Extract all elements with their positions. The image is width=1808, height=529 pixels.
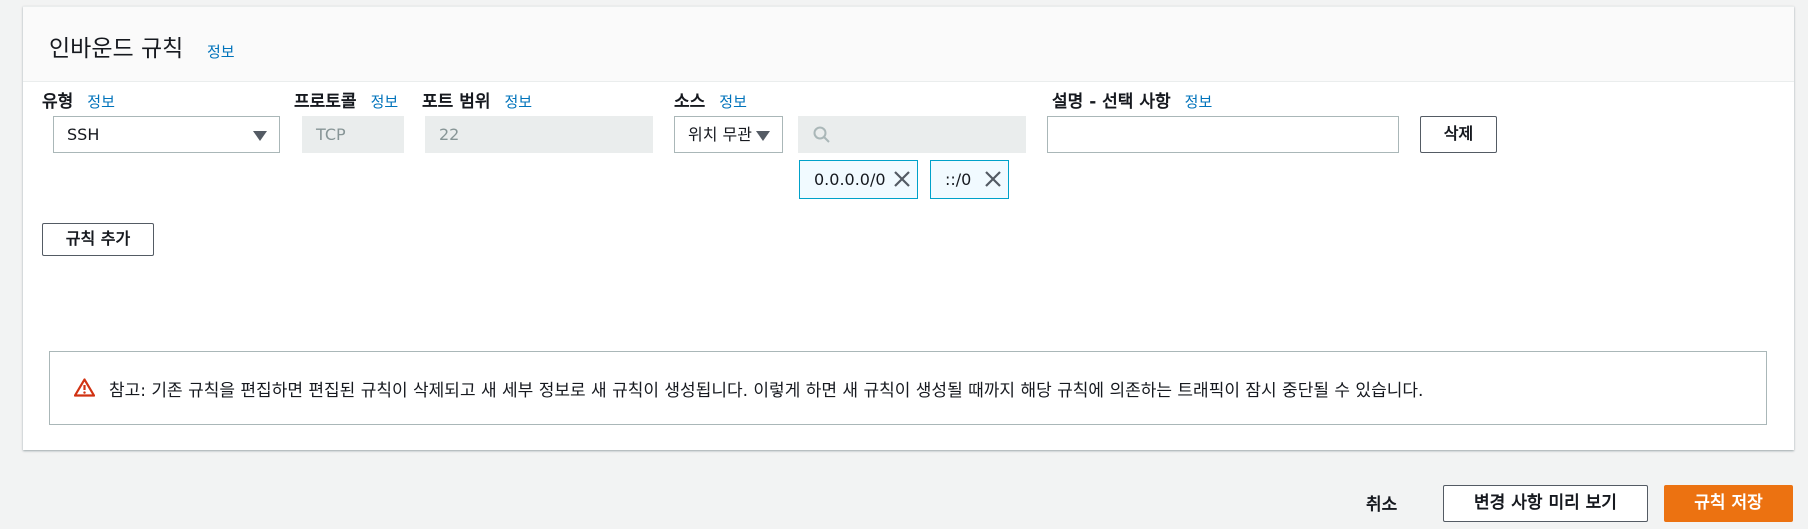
type-info-link[interactable]: 정보 [87,93,115,111]
delete-button[interactable]: 삭제 [1420,116,1497,153]
title-info-link[interactable]: 정보 [207,41,235,62]
add-rule-button[interactable]: 규칙 추가 [42,223,154,256]
protocol-field: TCP [302,116,404,153]
port-range-info-link[interactable]: 정보 [504,93,532,111]
description-info-link[interactable]: 정보 [1185,93,1213,111]
protocol-info-link[interactable]: 정보 [371,93,399,111]
preview-changes-button[interactable]: 변경 사항 미리 보기 [1443,485,1648,522]
source-token: 0.0.0.0/0 [799,160,918,199]
alert-text: 참고: 기존 규칙을 편집하면 편집된 규칙이 삭제되고 새 세부 정보로 새 … [109,381,1424,401]
caret-down-icon [253,131,267,141]
close-icon[interactable] [893,170,911,188]
port-range-field: 22 [425,116,653,153]
save-rules-button[interactable]: 규칙 저장 [1664,485,1793,522]
source-info-link[interactable]: 정보 [719,93,747,111]
cancel-button[interactable]: 취소 [1366,490,1397,515]
protocol-value: TCP [316,125,346,144]
token-label: ::/0 [945,170,972,189]
source-select[interactable]: 위치 무관 [674,116,783,153]
inbound-rules-panel: 인바운드 규칙 정보 유형 정보 프로토콜 정보 포트 범위 정보 소스 정보 설명 -… [23,6,1794,450]
search-icon [813,126,830,143]
source-search-input[interactable] [798,116,1026,153]
caret-down-icon [756,131,770,141]
warning-alert: 참고: 기존 규칙을 편집하면 편집된 규칙이 삭제되고 새 세부 정보로 새 … [49,351,1767,425]
protocol-label: 프로토콜 정보 [294,87,398,112]
source-label: 소스 정보 [674,87,747,112]
description-label: 설명 - 선택 사항 정보 [1052,87,1212,112]
close-icon[interactable] [984,170,1002,188]
type-label: 유형 정보 [42,87,115,112]
port-range-value: 22 [439,125,460,144]
source-label-text: 소스 [674,92,706,112]
type-select-value: SSH [67,125,100,144]
panel-title: 인바운드 규칙 [49,36,184,62]
source-token: ::/0 [930,160,1009,199]
port-range-label-text: 포트 범위 [422,92,491,112]
type-label-text: 유형 [42,92,74,112]
source-select-value: 위치 무관 [688,125,752,144]
description-input[interactable] [1047,116,1399,153]
token-label: 0.0.0.0/0 [814,170,886,189]
warning-icon [74,378,95,397]
type-select[interactable]: SSH [53,116,280,153]
description-label-text: 설명 - 선택 사항 [1052,92,1171,112]
protocol-label-text: 프로토콜 [294,92,357,112]
panel-header: 인바운드 규칙 정보 [23,7,1794,82]
port-range-label: 포트 범위 정보 [422,87,532,112]
